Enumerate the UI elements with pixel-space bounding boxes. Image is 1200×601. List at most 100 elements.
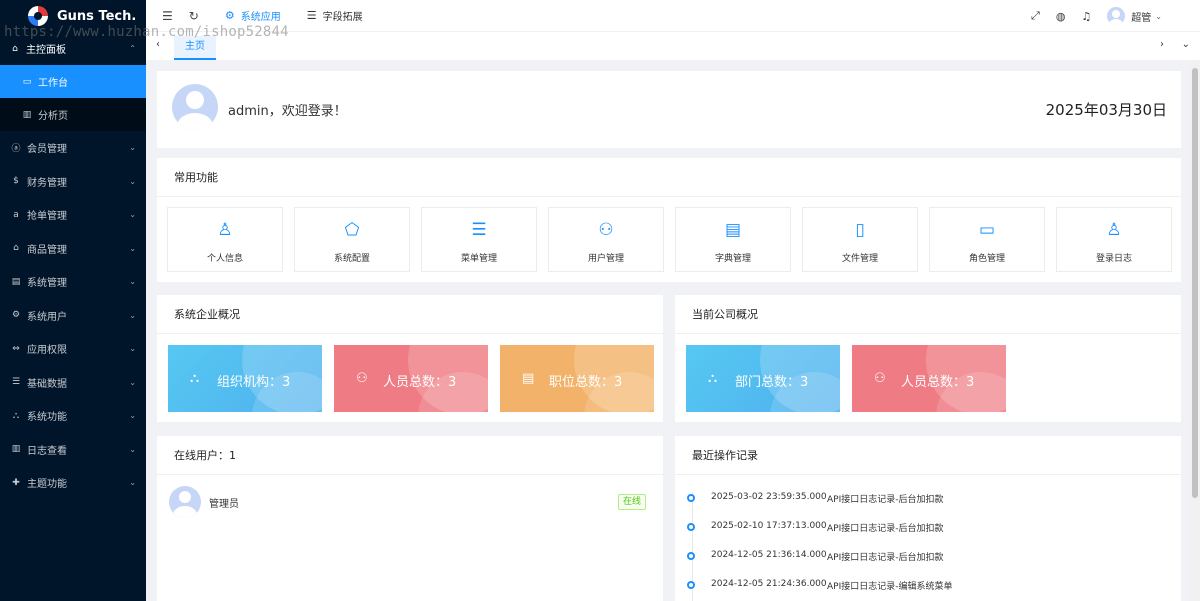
welcome-card: admin，欢迎登录！ 2025年03月30日 — [157, 71, 1181, 148]
globe-icon[interactable]: ◍ — [1056, 10, 1066, 23]
tab-home[interactable]: 主页 — [174, 36, 216, 60]
stat-staff[interactable]: ⚇ 人员总数：3 — [334, 345, 488, 412]
sidebar-item-products[interactable]: ⌂ 商品管理 ⌄ — [0, 232, 146, 266]
timeline-dot-icon — [687, 552, 695, 560]
sidebar-item-orders[interactable]: a 抢单管理 ⌄ — [0, 198, 146, 232]
sidebar-item-base-data[interactable]: ☰ 基础数据 ⌄ — [0, 366, 146, 400]
sidebar-item-logs[interactable]: ▥ 日志查看 ⌄ — [0, 433, 146, 467]
sidebar-subitem-workbench[interactable]: ▭ 工作台 — [0, 65, 146, 98]
stat-text: 职位总数：3 — [549, 375, 623, 390]
func-label: 系统配置 — [333, 254, 370, 264]
func-label: 登录日志 — [1095, 254, 1132, 264]
func-label: 个人信息 — [206, 254, 243, 264]
log-desc: API接口日志记录-编辑系统菜单 — [827, 582, 953, 592]
chevron-down-icon: ⌄ — [129, 478, 136, 488]
scrollbar-thumb[interactable] — [1192, 68, 1198, 498]
func-role-management[interactable]: ▭ 角色管理 — [929, 207, 1045, 272]
stat-departments[interactable]: ⛬ 部门总数：3 — [686, 345, 840, 412]
sidebar-subitem-analysis[interactable]: ▥ 分析页 — [0, 98, 146, 131]
tab-scroll-left-icon[interactable]: ‹ — [156, 39, 160, 50]
log-time: 2025-03-02 23:59:35.000 — [711, 492, 827, 502]
chevron-down-icon: ⌄ — [129, 444, 136, 454]
timeline-dot-icon — [687, 494, 695, 502]
top-bar-actions: ⤢ ◍ ♫ 超管 ⌄ — [1015, 0, 1162, 32]
top-nav-label: 系统应用 — [240, 12, 281, 23]
company-overview-card: 当前公司概况 ⛬ 部门总数：3 ⚇ 人员总数：3 — [675, 295, 1181, 422]
func-file-management[interactable]: ▯ 文件管理 — [802, 207, 918, 272]
func-login-log[interactable]: ♙ 登录日志 — [1056, 207, 1172, 272]
stat-text: 部门总数：3 — [735, 375, 809, 390]
timeline-item: 2024-12-05 21:36:14.000 API接口日志记录-后台加扣款 — [687, 548, 1167, 564]
sidebar-item-label: 系统功能 — [27, 412, 67, 424]
tab-more-icon[interactable]: ⌄ — [1182, 39, 1190, 50]
top-nav-field-extension[interactable]: ☰ 字段拓展 — [307, 8, 363, 23]
log-time: 2024-12-05 21:24:36.000 — [711, 579, 827, 589]
cluster-icon: ⛬ — [12, 410, 20, 421]
doc-icon: ▤ — [522, 371, 535, 386]
log-time: 2025-02-10 17:37:13.000 — [711, 521, 827, 531]
stat-staff[interactable]: ⚇ 人员总数：3 — [852, 345, 1006, 412]
chevron-up-icon: ⌃ — [129, 44, 136, 53]
log-desc: API接口日志记录-后台加扣款 — [827, 495, 944, 505]
func-label: 用户管理 — [587, 254, 624, 264]
func-label: 字典管理 — [714, 254, 751, 264]
chart-icon: ▥ — [11, 444, 21, 455]
card-title: 当前公司概况 — [675, 295, 1181, 334]
top-nav-system-apps[interactable]: ⚙ 系统应用 — [225, 8, 281, 23]
sidebar-item-permissions[interactable]: ⇔ 应用权限 ⌄ — [0, 332, 146, 366]
avatar — [169, 486, 201, 518]
sidebar-item-system-users[interactable]: ⚙ 系统用户 ⌄ — [0, 299, 146, 333]
sidebar-item-finance[interactable]: $ 财务管理 ⌄ — [0, 165, 146, 199]
id-card-icon: ▭ — [978, 220, 996, 240]
cluster-icon: ⛬ — [708, 371, 718, 386]
func-label: 文件管理 — [841, 254, 878, 264]
func-user-management[interactable]: ⚇ 用户管理 — [548, 207, 664, 272]
func-profile[interactable]: ♙ 个人信息 — [167, 207, 283, 272]
func-dictionary[interactable]: ▤ 字典管理 — [675, 207, 791, 272]
list-icon: ☰ — [306, 9, 317, 22]
sidebar-item-label: 系统用户 — [27, 311, 67, 323]
stat-text: 组织机构：3 — [217, 375, 291, 390]
sidebar-item-label: 分析页 — [38, 111, 68, 122]
stat-organizations[interactable]: ⛬ 组织机构：3 — [168, 345, 322, 412]
sidebar-item-label: 财务管理 — [27, 177, 67, 189]
card-title: 系统企业概况 — [157, 295, 663, 334]
sidebar-item-label: 应用权限 — [27, 345, 67, 357]
sidebar-item-label: 会员管理 — [27, 144, 67, 156]
sidebar-item-label: 系统管理 — [27, 278, 67, 290]
sidebar-item-functions[interactable]: ⛬ 系统功能 ⌄ — [0, 399, 146, 433]
pentagon-gear-icon: ⬠ — [344, 220, 360, 240]
card-title: 最近操作记录 — [675, 436, 1181, 475]
bell-icon[interactable]: ♫ — [1081, 10, 1091, 23]
timeline-item: 2025-02-10 17:37:13.000 API接口日志记录-后台加扣款 — [687, 519, 1167, 535]
team-icon: ⚇ — [356, 371, 368, 386]
collapse-menu-icon[interactable]: ☰ — [162, 9, 173, 23]
gear-icon: ⚙ — [11, 310, 21, 321]
home-icon: ⌂ — [12, 43, 18, 54]
fullscreen-icon[interactable]: ⤢ — [1031, 9, 1040, 23]
sidebar-item-dashboard[interactable]: ⌂ 主控面板 ⌃ — [0, 32, 146, 65]
main-scrollbar[interactable] — [1190, 60, 1200, 601]
chevron-down-icon: ⌄ — [129, 143, 136, 153]
brand-logo[interactable]: Guns Tech. — [0, 0, 146, 32]
list-item[interactable]: 管理员 在线 — [169, 486, 649, 518]
func-system-config[interactable]: ⬠ 系统配置 — [294, 207, 410, 272]
card-title: 在线用户：1 — [157, 436, 663, 475]
timeline-dot-icon — [687, 523, 695, 531]
avatar[interactable] — [1107, 7, 1126, 25]
log-desc: API接口日志记录-后台加扣款 — [827, 553, 944, 563]
sidebar-item-members[interactable]: ⓐ 会员管理 ⌄ — [0, 131, 146, 165]
sidebar-item-label: 主控面板 — [26, 45, 66, 56]
book-icon: ▤ — [724, 220, 742, 240]
chevron-down-icon[interactable]: ⌄ — [1155, 12, 1162, 21]
sidebar-item-theme[interactable]: ✚ 主题功能 ⌄ — [0, 466, 146, 500]
func-menu-management[interactable]: ☰ 菜单管理 — [421, 207, 537, 272]
tab-scroll-right-icon[interactable]: › — [1160, 39, 1164, 50]
username[interactable]: 超管 — [1131, 9, 1151, 24]
team-icon: ⚇ — [598, 220, 614, 240]
sidebar-item-system[interactable]: ▤ 系统管理 ⌄ — [0, 265, 146, 299]
refresh-icon[interactable]: ↻ — [189, 9, 199, 23]
database-icon: ▤ — [11, 276, 21, 287]
brand-name: Guns Tech. — [57, 8, 137, 24]
stat-positions[interactable]: ▤ 职位总数：3 — [500, 345, 654, 412]
